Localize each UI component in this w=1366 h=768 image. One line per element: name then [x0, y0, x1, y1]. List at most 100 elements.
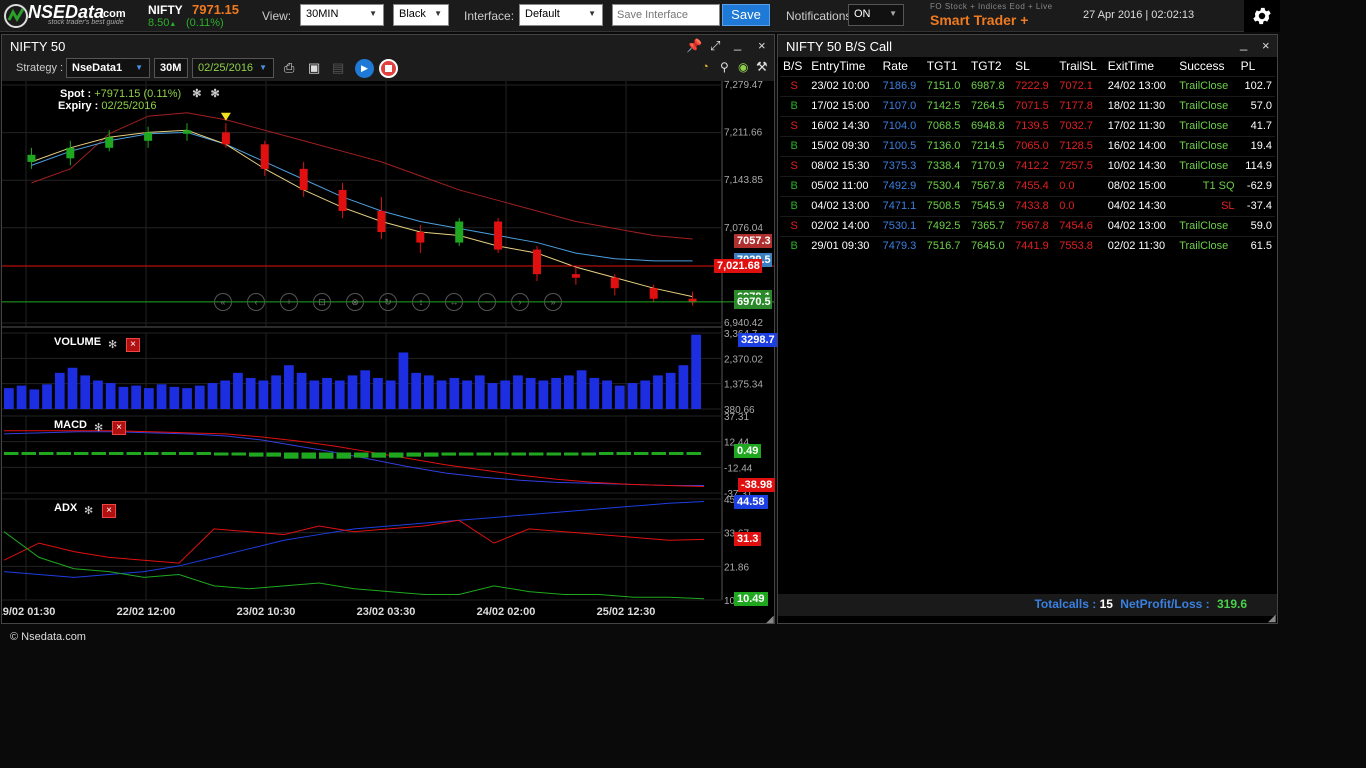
- interface-select[interactable]: Default ▼: [519, 4, 603, 26]
- column-header[interactable]: TGT2: [968, 56, 1012, 76]
- zoom-in-icon[interactable]: +: [280, 293, 298, 311]
- settings-button[interactable]: [1244, 0, 1280, 32]
- gear-icon[interactable]: ✻: [94, 421, 103, 434]
- expand-icon[interactable]: ⤢: [710, 38, 720, 54]
- cell-tgt1: 7068.5: [926, 120, 961, 132]
- column-header[interactable]: TrailSL: [1056, 56, 1105, 76]
- minimize-icon[interactable]: _: [1240, 36, 1247, 51]
- macd-label: MACD: [54, 419, 87, 431]
- volume-bar: [105, 383, 116, 409]
- column-header[interactable]: Rate: [880, 56, 924, 76]
- strategy-select[interactable]: NseData1 ▼: [66, 58, 150, 78]
- adx-line-plus: [3, 519, 705, 564]
- volume-label: VOLUME: [54, 336, 102, 348]
- close-icon[interactable]: ×: [1262, 38, 1270, 53]
- play-button[interactable]: ▶: [355, 59, 374, 78]
- cell-sl: 7441.9: [1015, 240, 1049, 253]
- date-picker[interactable]: 02/25/2016 ▼: [192, 58, 274, 78]
- last-icon[interactable]: »: [544, 293, 562, 311]
- eye-icon[interactable]: ◉: [738, 60, 748, 74]
- cell-pl: 114.9: [1245, 160, 1272, 172]
- candle-body: [27, 154, 36, 162]
- zoom-out-icon[interactable]: −: [478, 293, 496, 311]
- volume-bar: [4, 388, 14, 409]
- cell-success: TrailClose: [1179, 120, 1229, 132]
- volume-bar: [500, 380, 511, 409]
- chart-area[interactable]: 19/02 01:30 22/02 12:00 23/02 10:30 23/02 0…: [2, 81, 774, 623]
- cell-entry: 23/02 10:00: [811, 80, 870, 92]
- macd-histogram-bar: [546, 452, 561, 456]
- next-icon[interactable]: ›: [511, 293, 529, 311]
- candle-body: [649, 288, 658, 299]
- gear-icon[interactable]: ✻: [192, 88, 201, 100]
- table-row[interactable]: B 15/02 09:30 7100.5 7136.0 7214.5 7065.0 7128…: [780, 136, 1275, 156]
- logo[interactable]: NSEData .com stock trader's best guide: [2, 2, 132, 30]
- table-row[interactable]: B 29/01 09:30 7479.3 7516.7 7645.0 7441.9 7553…: [780, 236, 1275, 256]
- time-tick-label: 19/02 01:30: [2, 606, 55, 618]
- column-header[interactable]: TGT1: [924, 56, 968, 76]
- minimize-icon[interactable]: _: [734, 36, 741, 51]
- chevron-down-icon: ▼: [588, 9, 596, 18]
- stop-button[interactable]: [379, 59, 398, 78]
- volume-bar: [449, 377, 460, 409]
- table-row[interactable]: S 08/02 15:30 7375.3 7338.4 7170.9 7412.2 7257…: [780, 156, 1275, 176]
- cell-pl: 102.7: [1244, 80, 1272, 92]
- cell-bs: B: [790, 180, 798, 192]
- column-header[interactable]: SL: [1012, 56, 1056, 76]
- save-interface-input[interactable]: [612, 4, 720, 26]
- spot-info: Spot : +7971.15 (0.11%) ✻ ✻: [60, 88, 220, 100]
- column-header[interactable]: Success: [1176, 56, 1237, 76]
- volume-bar: [691, 334, 701, 409]
- table-row[interactable]: S 16/02 14:30 7104.0 7068.5 6948.8 7139.5 7032…: [780, 116, 1275, 136]
- column-header[interactable]: EntryTime: [808, 56, 879, 76]
- column-header[interactable]: B/S: [780, 56, 808, 76]
- promo-link[interactable]: Smart Trader +: [930, 12, 1028, 28]
- resize-handle-icon[interactable]: ◢: [1268, 613, 1276, 624]
- macd-histogram-bar: [494, 452, 509, 456]
- table-row[interactable]: B 17/02 15:00 7107.0 7142.5 7264.5 7071.5 7177…: [780, 96, 1275, 116]
- prev-icon[interactable]: ‹: [247, 293, 265, 311]
- table-row[interactable]: S 02/02 14:00 7530.1 7492.5 7365.7 7567.8 7454…: [780, 216, 1275, 236]
- first-icon[interactable]: «: [214, 293, 232, 311]
- fit-icon[interactable]: ⊡: [313, 293, 331, 311]
- print-icon[interactable]: ⎙: [284, 60, 294, 76]
- cell-rate: 7104.0: [882, 120, 917, 132]
- cell-tgt2: 7545.9: [970, 200, 1005, 212]
- close-icon[interactable]: ×: [102, 504, 116, 518]
- interval-select[interactable]: 30M: [154, 58, 188, 78]
- pin-icon[interactable]: 📌: [686, 38, 702, 54]
- vertical-scale-icon[interactable]: ↕: [412, 293, 430, 311]
- snapshot-icon[interactable]: ▤: [332, 60, 344, 76]
- table-row[interactable]: B 05/02 11:00 7492.9 7530.4 7567.8 7455.4 0.0 0…: [780, 176, 1275, 196]
- interface-label: Interface:: [464, 9, 515, 23]
- theme-select[interactable]: Black ▼: [393, 4, 449, 26]
- zoom-icon[interactable]: ⚲: [720, 60, 729, 74]
- reset-icon[interactable]: ⊗: [346, 293, 364, 311]
- horizontal-scale-icon[interactable]: ↔: [445, 293, 463, 311]
- gear-icon[interactable]: ✻: [108, 338, 117, 351]
- calls-table: B/S EntryTime Rate TGT1 TGT2 SL TrailSL ExitTim…: [780, 56, 1275, 256]
- gear-icon[interactable]: ✻: [84, 504, 93, 517]
- column-header[interactable]: ExitTime: [1105, 56, 1176, 76]
- table-row[interactable]: S 23/02 10:00 7186.9 7151.0 6987.8 7222.9 7072…: [780, 76, 1275, 96]
- close-icon[interactable]: ×: [112, 421, 126, 435]
- tools-icon[interactable]: ⚒: [756, 59, 768, 75]
- resize-handle-icon[interactable]: ◢: [766, 614, 774, 625]
- time-tick-label: 23/02 10:30: [237, 606, 296, 618]
- close-icon[interactable]: ×: [126, 338, 140, 352]
- view-select[interactable]: 30MIN ▼: [300, 4, 384, 26]
- macd-tag: -38.98: [738, 478, 776, 493]
- refresh-icon[interactable]: ↻: [379, 293, 397, 311]
- candle-body: [260, 144, 269, 169]
- save-button[interactable]: Save: [722, 4, 770, 26]
- chart-panel-header: NIFTY 50 📌 ⤢ _ ×: [2, 35, 774, 57]
- save-chart-icon[interactable]: ▣: [308, 60, 320, 76]
- notifications-select[interactable]: ON ▼: [848, 4, 904, 26]
- cell-trail: 0.0: [1059, 180, 1075, 192]
- volume-bar: [67, 367, 78, 409]
- close-icon[interactable]: ×: [758, 38, 766, 53]
- clock-icon[interactable]: ◔: [702, 61, 709, 73]
- gear-icon[interactable]: ✻: [211, 88, 220, 100]
- table-row[interactable]: B 04/02 13:00 7471.1 7508.5 7545.9 7433.8 0.0 0…: [780, 196, 1275, 216]
- column-header[interactable]: PL: [1238, 56, 1275, 76]
